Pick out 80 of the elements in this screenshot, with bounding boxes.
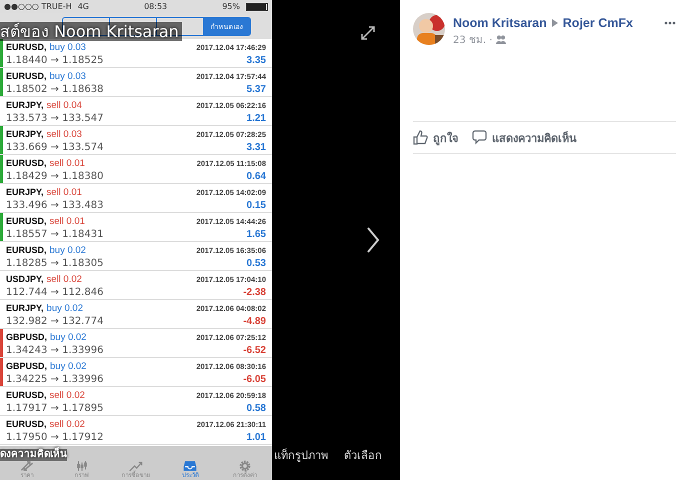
profit-text: -2.38: [243, 286, 266, 298]
profit-text: -4.89: [243, 314, 266, 328]
price-text: 1.18285 → 1.18305: [6, 256, 104, 270]
order-text: buy 0.02: [46, 302, 83, 314]
target-link[interactable]: Rojer CmFx: [562, 16, 633, 30]
order-text: sell 0.01: [50, 214, 85, 228]
comment-button[interactable]: แสดงความคิดเห็น: [472, 128, 577, 146]
network-text: 4G: [78, 2, 89, 11]
order-text: sell 0.02: [46, 272, 82, 286]
battery-icon: [246, 2, 268, 10]
symbol-text: EURUSD,: [6, 388, 47, 402]
price-text: 1.17950 → 1.17912: [6, 430, 104, 444]
profit-text: 3.35: [246, 54, 266, 66]
price-text: 1.18502 → 1.18638: [6, 82, 104, 96]
order-text: buy 0.02: [50, 244, 86, 256]
options-link[interactable]: ตัวเลือก: [344, 446, 382, 464]
price-text: 1.17917 → 1.17895: [6, 402, 104, 414]
trend-icon: [129, 460, 144, 472]
symbol-text: EURJPY,: [6, 186, 44, 198]
settings-icon: [238, 460, 252, 472]
people-icon: [496, 35, 506, 44]
price-text: 1.34243 → 1.33996: [6, 344, 104, 356]
profit-text: 5.37: [246, 82, 266, 96]
price-text: 1.18429 → 1.18380: [6, 170, 104, 182]
symbol-text: EURUSD,: [6, 214, 47, 228]
profit-text: 1.01: [246, 430, 266, 444]
arrows-icon: [20, 460, 34, 472]
candlestick-icon: [74, 460, 89, 472]
expand-icon[interactable]: [360, 25, 376, 41]
symbol-text: EURJPY,: [6, 128, 44, 140]
symbol-text: EURUSD,: [6, 244, 47, 256]
more-icon[interactable]: [664, 21, 676, 25]
symbol-text: EURUSD,: [6, 70, 47, 82]
author-link[interactable]: Noom Kritsaran: [453, 16, 547, 30]
profit-text: 0.64: [246, 170, 266, 182]
order-text: buy 0.02: [50, 330, 86, 344]
profit-text: 0.58: [246, 402, 266, 414]
price-text: 133.669 → 133.574: [6, 140, 104, 154]
tag-photo-link[interactable]: แท็กรูปภาพ: [274, 446, 328, 464]
like-button[interactable]: ถูกใจ: [413, 128, 458, 146]
price-text: 1.34225 → 1.33996: [6, 372, 104, 386]
order-text: sell 0.02: [50, 418, 85, 430]
order-text: sell 0.01: [46, 186, 82, 198]
order-text: sell 0.04: [46, 98, 82, 112]
order-text: buy 0.03: [50, 70, 86, 82]
profit-text: 3.31: [246, 140, 266, 154]
profit-text: 1.65: [246, 228, 266, 240]
profit-text: 0.15: [246, 198, 266, 212]
symbol-text: EURUSD,: [6, 418, 47, 430]
order-text: buy 0.03: [50, 40, 86, 54]
thumbs-up-icon: [413, 130, 428, 145]
clock-text: 08:53: [144, 2, 168, 11]
symbol-text: EURJPY,: [6, 302, 44, 314]
profit-text: -6.05: [243, 372, 266, 386]
speech-bubble-icon: [472, 130, 487, 145]
price-text: 133.496 → 133.483: [6, 198, 104, 212]
profit-text: -6.52: [243, 344, 266, 356]
profit-text: 0.53: [246, 256, 266, 270]
price-text: 1.18440 → 1.18525: [6, 54, 104, 66]
price-text: 132.982 → 132.774: [6, 314, 104, 328]
profit-text: 1.21: [246, 112, 266, 124]
symbol-text: GBPUSD,: [6, 330, 48, 344]
price-text: 1.18557 → 1.18431: [6, 228, 104, 240]
caret-icon: [552, 19, 558, 27]
price-text: 112.744 → 112.846: [6, 286, 104, 298]
carrier-text: ●●○○○ TRUE-H: [4, 2, 72, 11]
symbol-text: EURJPY,: [6, 98, 44, 112]
order-text: buy 0.02: [50, 360, 86, 372]
photo-caption: สต์ของ Noom Kritsaran: [0, 22, 182, 41]
inbox-icon: [183, 460, 198, 472]
post-time[interactable]: 23 ชม. ·: [453, 32, 492, 47]
order-text: sell 0.03: [46, 128, 82, 140]
price-text: 133.573 → 133.547: [6, 112, 104, 124]
symbol-text: EURUSD,: [6, 40, 47, 54]
symbol-text: USDJPY,: [6, 272, 44, 286]
order-text: sell 0.01: [50, 156, 85, 170]
symbol-text: GBPUSD,: [6, 360, 48, 372]
symbol-text: EURUSD,: [6, 156, 47, 170]
order-text: sell 0.02: [50, 388, 85, 402]
battery-text: 95%: [222, 2, 240, 11]
